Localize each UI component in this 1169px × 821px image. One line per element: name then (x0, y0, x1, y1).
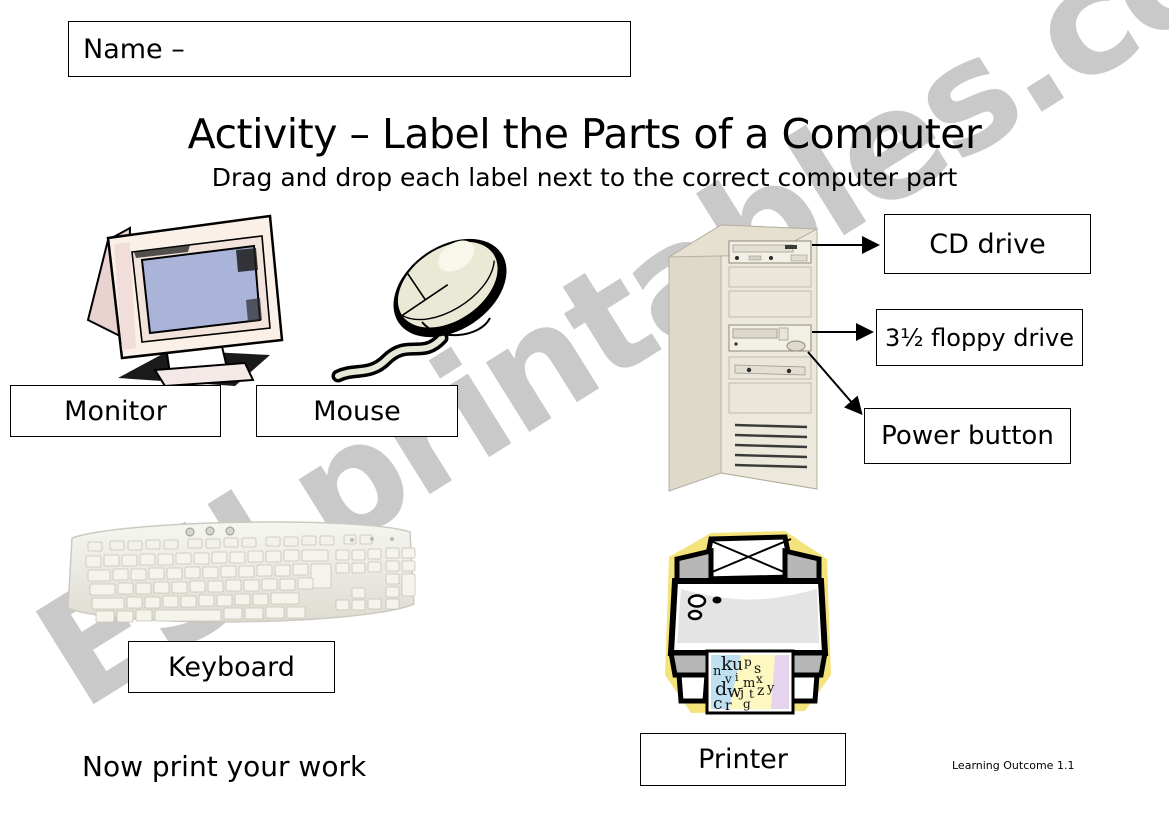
name-input-box[interactable]: Name – (68, 21, 631, 77)
label-power-button[interactable]: Power button (864, 408, 1071, 464)
label-keyboard[interactable]: Keyboard (128, 641, 335, 693)
name-field-label: Name – (83, 33, 185, 65)
label-mouse[interactable]: Mouse (256, 385, 458, 437)
label-cd-drive-text: CD drive (929, 228, 1046, 260)
label-mouse-text: Mouse (313, 395, 401, 427)
page-subtitle: Drag and drop each label next to the cor… (211, 163, 958, 192)
label-printer-text: Printer (698, 744, 788, 775)
learning-outcome-text: Learning Outcome 1.1 (952, 759, 1075, 772)
label-monitor-text: Monitor (64, 395, 167, 427)
label-printer[interactable]: Printer (640, 733, 846, 786)
label-floppy-drive-text: 3½ floppy drive (885, 323, 1074, 352)
arrow-power-button (807, 351, 863, 416)
label-keyboard-text: Keyboard (168, 651, 295, 683)
label-cd-drive[interactable]: CD drive (884, 214, 1091, 274)
label-floppy-drive[interactable]: 3½ floppy drive (876, 309, 1083, 366)
label-monitor[interactable]: Monitor (10, 385, 221, 437)
worksheet-page: ESLprintables.com Name – Activity – Labe… (0, 0, 1169, 821)
page-title: Activity – Label the Parts of a Computer (187, 110, 982, 158)
print-instruction: Now print your work (82, 750, 367, 783)
label-power-button-text: Power button (881, 421, 1054, 451)
